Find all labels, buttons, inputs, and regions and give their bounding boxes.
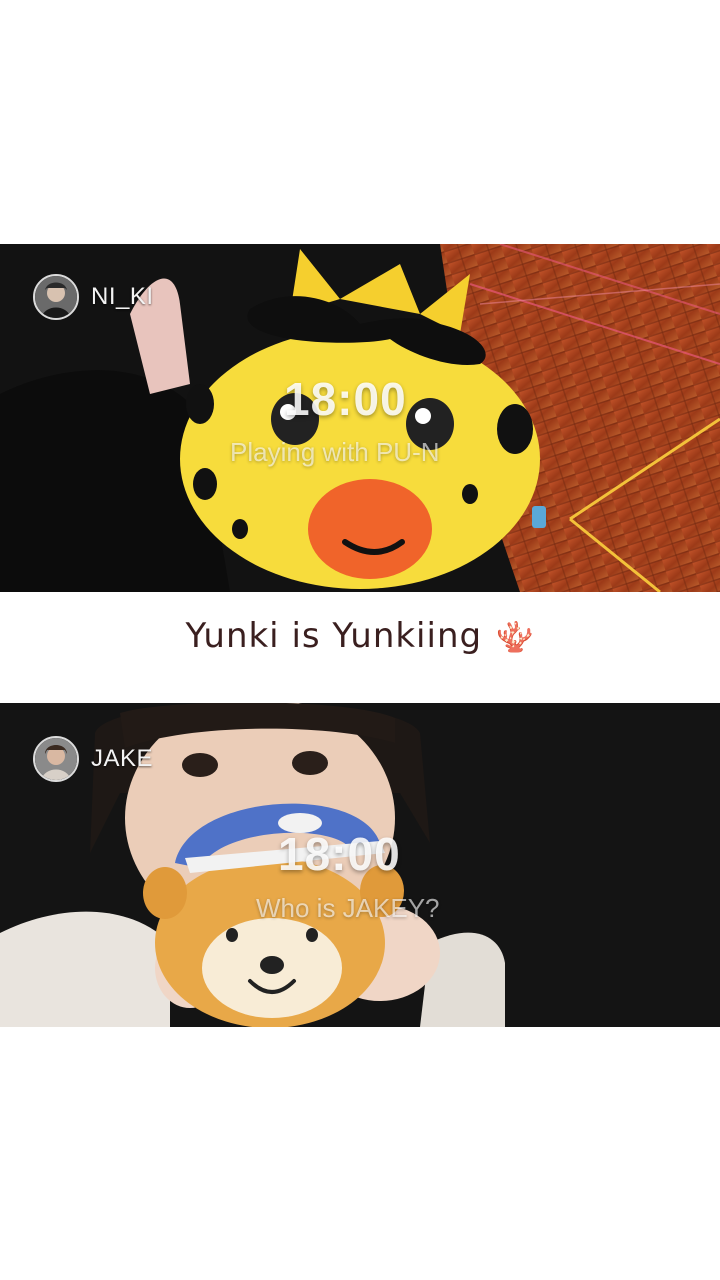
overlay-time: 18:00 [278,828,401,880]
caption-text: Yunki is Yunkiing [185,616,483,656]
avatar-image [35,276,77,318]
username[interactable]: JAKE [91,745,153,773]
live-header-jake: JAKE [33,736,153,782]
avatar[interactable] [33,274,79,320]
coral-icon: 🪸 [496,620,535,655]
overlay-time: 18:00 [284,373,407,425]
overlay-subtitle: Who is JAKEY? [256,893,440,923]
username[interactable]: NI_KI [91,283,154,311]
overlay-subtitle: Playing with PU-N [230,437,440,467]
avatar[interactable] [33,736,79,782]
caption: Yunki is Yunkiing 🪸 [0,616,720,656]
live-header-niki: NI_KI [33,274,154,320]
bottom-video-frame: JAKE 18:00 Who is JAKEY? [0,703,720,1027]
avatar-image [35,738,77,780]
top-video-frame: NI_KI 18:00 Playing with PU-N [0,244,720,592]
